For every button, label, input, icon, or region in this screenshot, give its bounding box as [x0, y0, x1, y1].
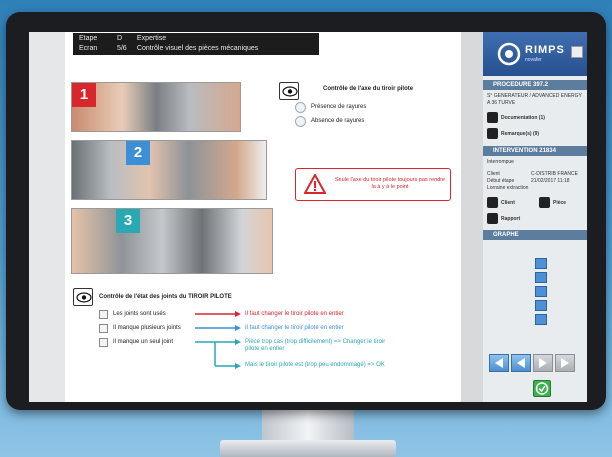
photo-badge-3: 3: [116, 209, 140, 233]
warning-message: Seule l'axe du tiroir pilote toujours pa…: [334, 177, 446, 190]
screen: Etape D Expertise Ecran 5/6 Contrôle vis…: [29, 32, 587, 402]
procedure-line1: S° GENERATEUR / ADVANCED ENERGY: [487, 93, 582, 99]
last-page-button[interactable]: [555, 354, 575, 372]
intervention-header: INTERVENTION 21834: [483, 146, 587, 156]
documentation-icon[interactable]: [487, 112, 498, 123]
header-step-label: Etape: [79, 35, 98, 42]
document-gutter: [461, 32, 483, 402]
extra-action: Mais le tiroir pilote est (trop peu endo…: [245, 362, 385, 368]
intervention-value2: 21/02/2017 11:18: [531, 178, 570, 184]
row2-action: Il faut changer le tiroir pilote en enti…: [245, 325, 344, 331]
remarks-icon[interactable]: [487, 128, 498, 139]
row2-label: Il manque plusieurs joints: [113, 325, 181, 331]
previous-button[interactable]: [511, 354, 531, 372]
logo-subtext: novafer: [525, 57, 542, 63]
warning-icon: [304, 174, 326, 194]
settings-icon[interactable]: [571, 46, 583, 58]
right-panel: RIMPS novafer PROCEDURE 397.2 S° GENERAT…: [483, 32, 587, 402]
header-step-title: Expertise: [136, 35, 167, 42]
procedure-header: PROCEDURE 397.2: [483, 80, 587, 90]
validate-button[interactable]: [533, 380, 551, 397]
intervention-status: Interrompue: [487, 159, 514, 165]
photo-1: 1: [71, 82, 241, 132]
monitor-stand-base: [220, 440, 396, 457]
row3-action: Pièce trop cas (trop difficilement) => C…: [245, 339, 386, 352]
client-icon[interactable]: [487, 197, 498, 208]
graphe-header: GRAPHE: [483, 230, 587, 240]
eye-icon: [279, 82, 299, 100]
photo-badge-2: 2: [126, 141, 150, 165]
graph-step-5[interactable]: [535, 314, 547, 325]
row1-action: Il faut changer le tiroir pilote en enti…: [245, 311, 344, 317]
row1-label: Les joints sont usés: [113, 311, 166, 317]
rimps-logo-icon: [497, 42, 521, 66]
graph-step-2[interactable]: [535, 272, 547, 283]
graph-step-3[interactable]: [535, 286, 547, 297]
procedure-line2: A 36 TURVE: [487, 100, 516, 106]
next-button[interactable]: [533, 354, 553, 372]
photo-3: 3: [71, 208, 273, 274]
checkbox-plusieurs-joints[interactable]: [99, 324, 108, 333]
radio-absence-label: Absence de rayures: [311, 118, 365, 124]
checkbox-seul-joint[interactable]: [99, 338, 108, 347]
radio-absence-rayures[interactable]: [295, 116, 306, 127]
left-margin: [29, 32, 65, 402]
photo-badge-1: 1: [72, 83, 96, 107]
check-icon: [535, 382, 549, 395]
logo-text: RIMPS: [525, 44, 565, 56]
intervention-label1: Client: [487, 171, 500, 177]
intervention-label2: Début étape: [487, 178, 515, 184]
first-page-button[interactable]: [489, 354, 509, 372]
piece-icon[interactable]: [539, 197, 550, 208]
client-button[interactable]: Client: [501, 200, 515, 206]
check2-title: Contrôle de l'état des joints du TIROIR …: [99, 294, 232, 300]
rapport-icon[interactable]: [487, 213, 498, 224]
header-screen-value: 5/6: [116, 45, 127, 52]
graph-step-1[interactable]: [535, 258, 547, 269]
rapport-button[interactable]: Rapport: [501, 216, 520, 222]
warning-box: Seule l'axe du tiroir pilote toujours pa…: [295, 168, 451, 201]
row3-label: Il manque un seul joint: [113, 339, 174, 345]
intervention-value1: C-DISTRIB FRANCE: [531, 171, 578, 177]
header-screen-label: Ecran: [79, 45, 98, 52]
intervention-label3: Lorraine extraction: [487, 185, 529, 191]
piece-button[interactable]: Pièce: [553, 200, 566, 206]
photo-2: 2: [71, 140, 267, 200]
logo-banner: RIMPS novafer: [483, 32, 587, 76]
radio-presence-label: Présence de rayures: [311, 104, 367, 110]
checkbox-joints-uses[interactable]: [99, 310, 108, 319]
graph-step-4[interactable]: [535, 300, 547, 311]
header-step-value: D: [116, 35, 123, 42]
documentation-button[interactable]: Documentation (1): [501, 115, 545, 121]
check1-title: Contrôle de l'axe du tiroir pilote: [323, 86, 414, 92]
header-screen-title: Contrôle visuel des pièces mécaniques: [136, 45, 259, 52]
document-page: Etape D Expertise Ecran 5/6 Contrôle vis…: [65, 32, 461, 402]
eye-icon-2: [73, 288, 93, 306]
remarks-button[interactable]: Remarque(s) (9): [501, 131, 539, 137]
radio-presence-rayures[interactable]: [295, 102, 306, 113]
monitor-frame: Etape D Expertise Ecran 5/6 Contrôle vis…: [6, 12, 606, 410]
step-header: Etape D Expertise Ecran 5/6 Contrôle vis…: [73, 33, 319, 55]
